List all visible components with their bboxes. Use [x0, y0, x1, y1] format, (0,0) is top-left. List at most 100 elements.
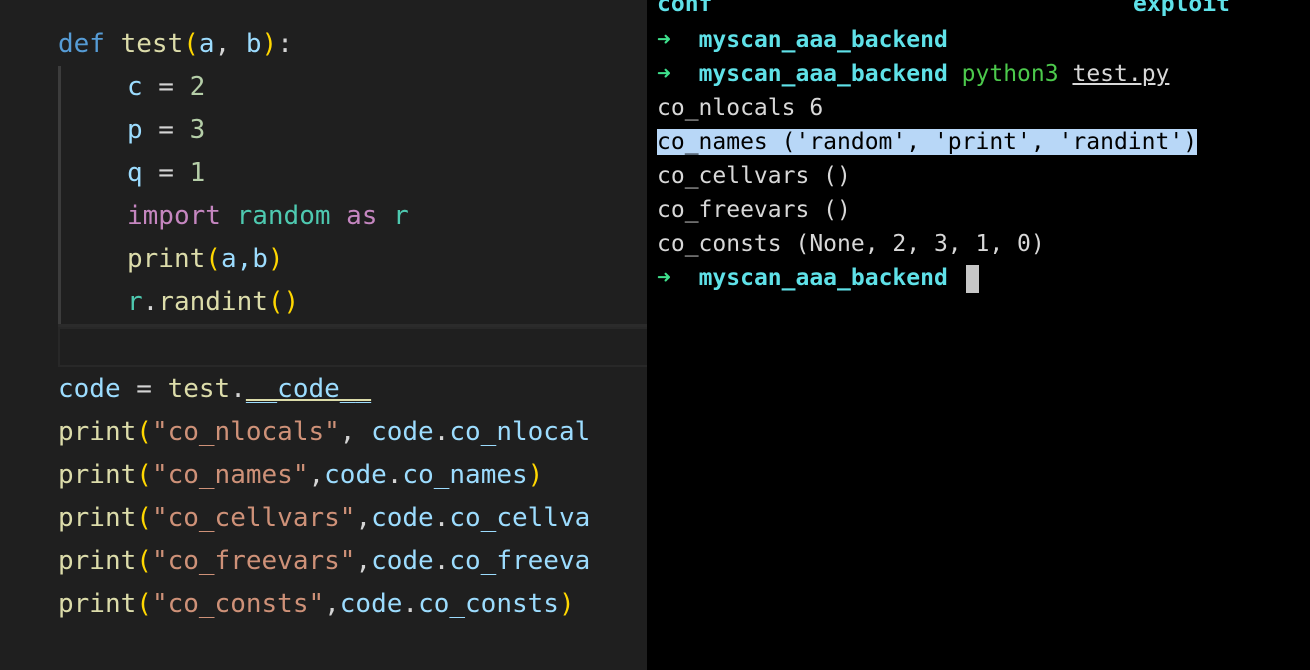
comma: , [355, 546, 372, 576]
equals: = [142, 72, 190, 102]
equals: = [142, 158, 190, 188]
number: 3 [189, 115, 206, 145]
var-code: code [339, 589, 403, 619]
method-call: randint [158, 287, 268, 317]
terminal-output-line: co_freevars () [657, 197, 851, 223]
var-code: code [371, 503, 434, 533]
args: a,b [220, 244, 268, 274]
var-code: code [58, 374, 121, 404]
function-call: print [58, 460, 137, 490]
code-line-import: import random as r [58, 195, 409, 238]
string-literal: "co_cellvars" [151, 503, 356, 533]
terminal-tab-right[interactable]: exploit [1133, 0, 1230, 18]
function-call: print [58, 546, 137, 576]
equals: = [142, 115, 190, 145]
var-code: code [324, 460, 387, 490]
code-line-assign: code = test.__code__ [58, 374, 372, 404]
terminal-output-line: co_nlocals 6 [657, 95, 824, 121]
keyword-def: def [58, 29, 105, 59]
terminal-active-prompt[interactable]: ➜ myscan_aaa_backend [657, 261, 979, 295]
module-alias: r [393, 201, 409, 231]
prompt-arrow-icon: ➜ [657, 27, 671, 53]
code-line-print: print(a,b) [58, 238, 284, 281]
var-c: c [127, 72, 143, 102]
code-line-print-names: print("co_names",code.co_names) [58, 460, 544, 490]
code-line-c: c = 2 [58, 66, 205, 109]
attr: co_cellva [449, 503, 591, 533]
string-literal: "co_consts" [151, 589, 325, 619]
attr: co_nlocal [449, 417, 591, 447]
terminal-prompt-line: ➜ myscan_aaa_backend [657, 23, 948, 57]
var-q: q [127, 158, 143, 188]
paren: ( [136, 546, 152, 576]
code-line-def: def test(a, b): [58, 23, 293, 66]
comma: , [355, 503, 372, 533]
colon: : [277, 29, 293, 59]
attr-code: __code__ [245, 374, 372, 404]
module-alias: r [127, 287, 143, 317]
param-a: a [198, 29, 215, 59]
code-line-print-consts: print("co_consts",code.co_consts) [58, 589, 575, 619]
module-name: random [236, 201, 331, 231]
current-line-highlight[interactable] [58, 327, 647, 367]
paren: ) [558, 589, 575, 619]
comma: , [308, 460, 325, 490]
var-p: p [127, 115, 143, 145]
paren: ( [136, 460, 152, 490]
paren: ( [136, 417, 152, 447]
function-call: print [127, 244, 206, 274]
terminal-output-line-selected[interactable]: co_names ('random', 'print', 'randint') [657, 125, 1198, 159]
selected-text[interactable]: co_names ('random', 'print', 'randint') [657, 129, 1198, 155]
function-call: print [58, 417, 137, 447]
comma: , [339, 417, 372, 447]
keyword-import: import [127, 201, 221, 231]
paren: ( [136, 589, 152, 619]
code-editor[interactable]: def test(a, b): c = 2 p = 3 q = 1 import… [0, 0, 647, 670]
number: 1 [189, 158, 206, 188]
code-line-p: p = 3 [58, 109, 205, 152]
comma: , [324, 589, 340, 619]
prompt-arrow-icon: ➜ [657, 61, 671, 87]
prompt-directory: myscan_aaa_backend [698, 27, 948, 53]
paren: ) [261, 29, 278, 59]
code-line-print-freevars: print("co_freevars",code.co_freeva [58, 546, 591, 576]
paren: ( [267, 287, 284, 317]
attr: co_names [402, 460, 528, 490]
command-argument: test.py [1072, 61, 1170, 87]
string-literal: "co_freevars" [151, 546, 356, 576]
comma: , [214, 29, 246, 59]
param-b: b [245, 29, 262, 59]
paren: ) [283, 287, 300, 317]
function-call: print [58, 589, 137, 619]
var-code: code [371, 417, 434, 447]
paren: ) [267, 244, 284, 274]
paren: ) [527, 460, 544, 490]
terminal-pane[interactable]: conf exploit ➜ myscan_aaa_backend ➜ mysc… [647, 0, 1310, 670]
number: 2 [189, 72, 206, 102]
string-literal: "co_names" [151, 460, 309, 490]
code-line-print-cellvars: print("co_cellvars",code.co_cellva [58, 503, 591, 533]
function-call: print [58, 503, 137, 533]
terminal-cursor [965, 264, 979, 293]
var-code: code [371, 546, 434, 576]
terminal-output-line: co_cellvars () [657, 163, 851, 189]
function-name: test [120, 29, 184, 59]
terminal-command-line: ➜ myscan_aaa_backend python3 test.py [657, 57, 1169, 91]
keyword-as: as [346, 201, 378, 231]
code-line-q: q = 1 [58, 152, 205, 195]
code-line-randint: r.randint() [127, 287, 300, 317]
equals: = [120, 374, 168, 404]
string-literal: "co_nlocals" [151, 417, 340, 447]
prompt-directory: myscan_aaa_backend [698, 265, 948, 291]
prompt-arrow-icon: ➜ [657, 265, 671, 291]
prompt-directory: myscan_aaa_backend [698, 61, 948, 87]
command-name: python3 [961, 61, 1059, 87]
function-ref: test [167, 374, 231, 404]
paren: ( [136, 503, 152, 533]
attr: co_consts [418, 589, 559, 619]
paren: ( [205, 244, 221, 274]
code-line-print-nlocals: print("co_nlocals", code.co_nlocal [58, 417, 591, 447]
paren: ( [183, 29, 199, 59]
attr: co_freeva [449, 546, 591, 576]
terminal-tab-left[interactable]: conf [657, 0, 712, 18]
